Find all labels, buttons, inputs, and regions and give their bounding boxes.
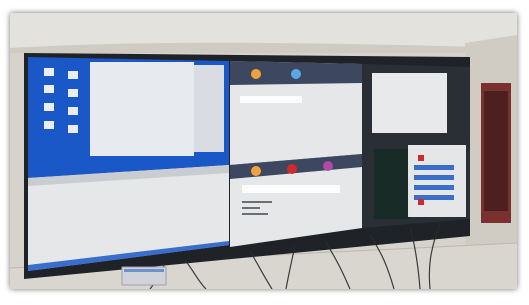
icon-8 <box>68 125 78 133</box>
floor-box-stripe <box>124 269 164 272</box>
center-top-icon-right <box>291 69 301 79</box>
center-top-icon-left <box>251 69 261 79</box>
icon-2 <box>44 85 54 93</box>
right-bottom-app <box>408 145 466 217</box>
center-top-tab-strip <box>240 96 302 103</box>
right-bottom-list-3 <box>414 185 454 190</box>
icon-5 <box>68 71 78 79</box>
center-text-line-2 <box>242 207 260 209</box>
icon-4 <box>44 121 54 129</box>
icon-7 <box>68 107 78 115</box>
ceiling-band <box>10 13 517 48</box>
icon-3 <box>44 103 54 111</box>
photo-frame <box>10 13 517 289</box>
center-bottom-icon-2 <box>287 164 297 174</box>
right-bottom-list-1 <box>414 165 454 170</box>
left-top-window <box>90 62 194 156</box>
left-top-panel <box>194 65 224 152</box>
right-bottom-red-icon-2 <box>418 199 424 205</box>
center-bottom-icon-1 <box>251 166 261 176</box>
center-text-line-1 <box>242 201 272 203</box>
door-shadow <box>484 91 508 211</box>
center-bottom-icon-3 <box>323 161 333 171</box>
right-bottom-list-2 <box>414 175 454 180</box>
icon-1 <box>44 68 54 76</box>
center-bottom-tab-strip <box>242 185 340 193</box>
center-text-line-3 <box>242 213 268 215</box>
right-top-window <box>372 73 447 133</box>
right-bottom-red-icon-1 <box>418 155 424 161</box>
right-bottom-left-panel <box>374 149 410 219</box>
icon-6 <box>68 89 78 97</box>
video-wall-photo <box>10 13 517 289</box>
